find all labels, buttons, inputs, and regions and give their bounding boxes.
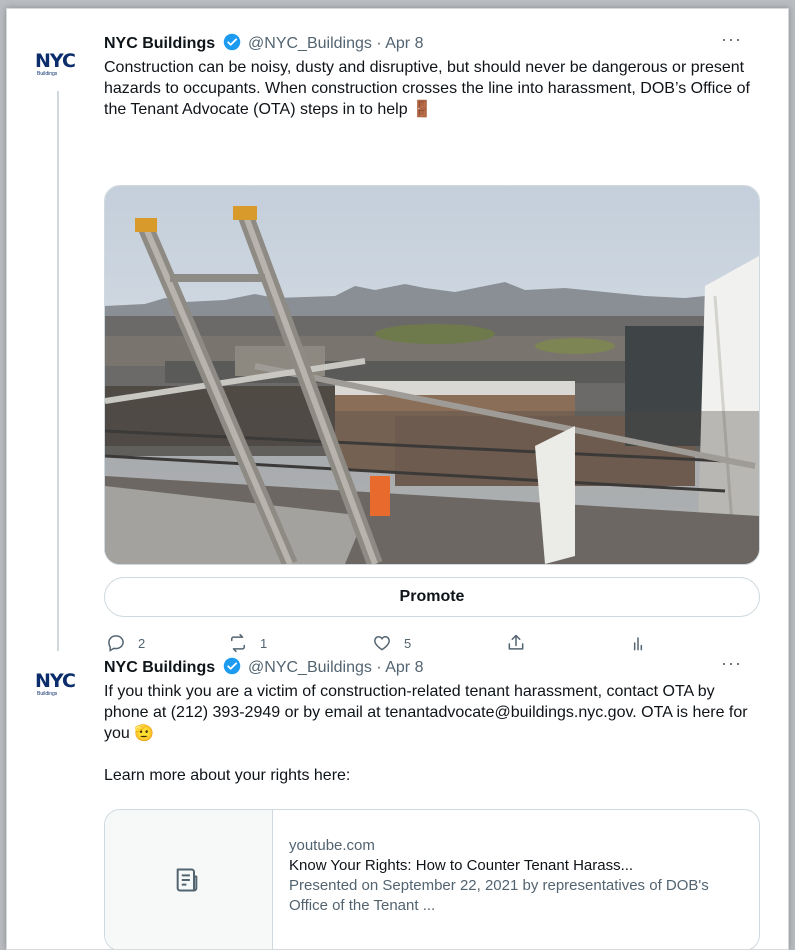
retweet-count: 1 <box>260 635 268 651</box>
more-options-icon[interactable]: ··· <box>721 653 742 674</box>
verified-badge-icon <box>223 33 240 51</box>
author-handle[interactable]: @NYC_Buildings <box>248 35 372 52</box>
share-button[interactable] <box>506 633 538 653</box>
tweet-header: NYC Buildings @NYC_Buildings · Apr 8 <box>104 657 760 678</box>
nyc-buildings-avatar[interactable]: NYC Buildings <box>35 671 87 711</box>
like-count: 5 <box>404 635 412 651</box>
analytics-icon <box>633 637 643 651</box>
author-handle[interactable]: @NYC_Buildings <box>248 659 372 676</box>
link-preview-card[interactable]: youtube.com Know Your Rights: How to Cou… <box>104 809 760 949</box>
thread-connector-line <box>57 91 59 651</box>
verified-badge-icon <box>223 657 240 675</box>
retweet-icon <box>231 633 245 653</box>
tweet-actions: 2 1 5 <box>104 633 664 655</box>
link-card-thumbnail <box>105 810 273 949</box>
link-title[interactable]: Know Your Rights: How to Counter Tenant … <box>289 856 747 876</box>
nyc-logo: NYC <box>35 50 76 72</box>
separator-dot: · <box>376 35 382 52</box>
more-options-icon[interactable]: ··· <box>721 29 742 50</box>
tweet-date[interactable]: Apr 8 <box>385 35 423 52</box>
reply-count: 2 <box>138 635 146 651</box>
nyc-logo: NYC <box>35 670 76 692</box>
link-domain: youtube.com <box>289 837 375 854</box>
rooftop-ladder-photo <box>105 186 759 564</box>
separator-dot: · <box>376 659 382 676</box>
author-name[interactable]: NYC Buildings <box>104 659 215 676</box>
tweet-text: If you think you are a victim of constru… <box>104 683 748 784</box>
retweet-button[interactable]: 1 <box>228 633 267 653</box>
like-button[interactable]: 5 <box>372 633 411 653</box>
reply-button[interactable]: 2 <box>106 633 145 653</box>
link-card-body: youtube.com Know Your Rights: How to Cou… <box>289 836 747 916</box>
promote-button[interactable]: Promote <box>104 577 760 617</box>
document-icon <box>176 868 198 892</box>
tweet-thread: NYC Buildings NYC Buildings @NYC_Buildin… <box>6 8 789 950</box>
nyc-buildings-avatar[interactable]: NYC Buildings <box>35 51 87 91</box>
tweet-header: NYC Buildings @NYC_Buildings · Apr 8 <box>104 33 760 54</box>
tweet-photo[interactable] <box>104 185 760 565</box>
reply-icon <box>108 635 124 652</box>
tweet-date[interactable]: Apr 8 <box>385 659 423 676</box>
author-name[interactable]: NYC Buildings <box>104 35 215 52</box>
like-icon <box>374 635 390 651</box>
share-icon <box>508 634 524 650</box>
tweet-text: Construction can be noisy, dusty and dis… <box>104 59 750 118</box>
link-description: Presented on September 22, 2021 by repre… <box>289 877 709 914</box>
analytics-button[interactable] <box>628 633 660 653</box>
